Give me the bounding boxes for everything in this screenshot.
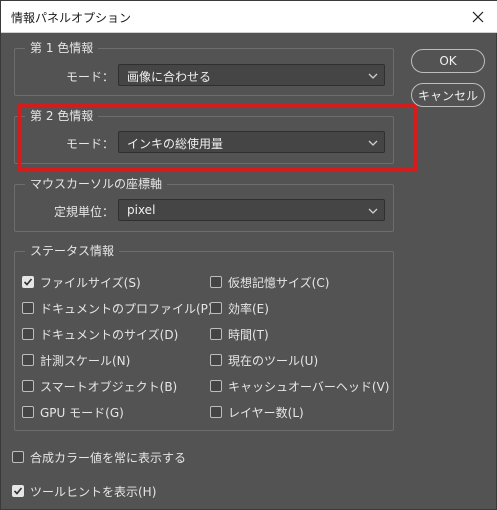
checkbox-box	[22, 354, 34, 366]
checkbox-box	[210, 302, 222, 314]
checkbox-label: 計測スケール(N)	[40, 353, 131, 368]
status-file-size-checkbox[interactable]: ファイルサイズ(S)	[22, 274, 141, 290]
status-doc-size-checkbox[interactable]: ドキュメントのサイズ(D)	[22, 326, 178, 342]
status-current-tool-checkbox[interactable]: 現在のツール(U)	[210, 352, 318, 368]
checkbox-box	[210, 328, 222, 340]
chevron-down-icon	[368, 208, 378, 214]
composite-color-checkbox[interactable]: 合成カラー値を常に表示する	[12, 449, 186, 465]
status-smart-object-checkbox[interactable]: スマートオブジェクト(B)	[22, 378, 177, 394]
mouse-coords-title: マウスカーソルの座標軸	[25, 176, 168, 192]
checkbox-box	[12, 451, 24, 463]
checkbox-box	[22, 328, 34, 340]
checkmark-icon	[13, 487, 23, 495]
close-icon	[472, 11, 484, 22]
checkbox-label: 合成カラー値を常に表示する	[30, 450, 187, 465]
checkbox-box	[22, 276, 34, 288]
checkbox-label: ファイルサイズ(S)	[40, 275, 141, 290]
ruler-unit-value: pixel	[127, 203, 156, 217]
checkbox-box	[22, 380, 34, 392]
first-color-mode-value: 画像に合わせる	[127, 70, 212, 84]
ok-button[interactable]: OK	[411, 49, 485, 73]
first-color-title: 第 1 色情報	[25, 40, 99, 56]
first-color-mode-label: モード：	[65, 70, 114, 84]
checkbox-box	[210, 406, 222, 418]
status-gpu-mode-checkbox[interactable]: GPU モード(G)	[22, 404, 124, 420]
title-bar: 情報パネルオプション	[1, 1, 497, 33]
window-title: 情報パネルオプション	[11, 11, 132, 25]
ruler-unit-label: 定規単位：	[53, 205, 114, 219]
checkbox-box	[210, 276, 222, 288]
checkbox-box	[12, 485, 24, 497]
status-timing-checkbox[interactable]: 時間(T)	[210, 326, 269, 342]
checkbox-label: ドキュメントのプロファイル(P)	[40, 301, 213, 316]
checkbox-label: 現在のツール(U)	[228, 353, 319, 368]
checkbox-box	[210, 354, 222, 366]
show-tooltips-checkbox[interactable]: ツールヒントを表示(H)	[12, 483, 156, 499]
checkbox-label: 仮想記憶サイズ(C)	[228, 275, 330, 290]
status-info-title: ステータス情報	[25, 243, 120, 259]
checkbox-label: 時間(T)	[228, 327, 269, 342]
ruler-unit-select[interactable]: pixel	[118, 199, 385, 221]
cancel-button[interactable]: キャンセル	[411, 83, 485, 107]
status-doc-profile-checkbox[interactable]: ドキュメントのプロファイル(P)	[22, 300, 213, 316]
status-scratch-size-checkbox[interactable]: 仮想記憶サイズ(C)	[210, 274, 329, 290]
status-cache-overhead-checkbox[interactable]: キャッシュオーバーヘッド(V)	[210, 378, 389, 394]
status-efficiency-checkbox[interactable]: 効率(E)	[210, 300, 269, 316]
checkbox-label: レイヤー数(L)	[228, 405, 304, 420]
checkbox-box	[22, 302, 34, 314]
chevron-down-icon	[368, 73, 378, 79]
checkbox-label: 効率(E)	[228, 301, 269, 316]
checkbox-label: GPU モード(G)	[40, 405, 124, 420]
checkbox-label: スマートオブジェクト(B)	[40, 379, 178, 394]
status-measure-scale-checkbox[interactable]: 計測スケール(N)	[22, 352, 130, 368]
info-panel-options-dialog: 情報パネルオプション 第 1 色情報 モード： 画像に合わせる 第 2 色情報 …	[0, 0, 497, 510]
close-button[interactable]	[458, 1, 497, 32]
checkbox-box	[210, 380, 222, 392]
checkbox-label: ドキュメントのサイズ(D)	[40, 327, 179, 342]
red-highlight-frame	[18, 104, 417, 171]
status-layer-count-checkbox[interactable]: レイヤー数(L)	[210, 404, 304, 420]
checkbox-label: キャッシュオーバーヘッド(V)	[228, 379, 390, 394]
checkbox-label: ツールヒントを表示(H)	[30, 484, 157, 499]
first-color-mode-select[interactable]: 画像に合わせる	[118, 64, 385, 86]
checkbox-box	[22, 406, 34, 418]
checkmark-icon	[23, 278, 33, 286]
